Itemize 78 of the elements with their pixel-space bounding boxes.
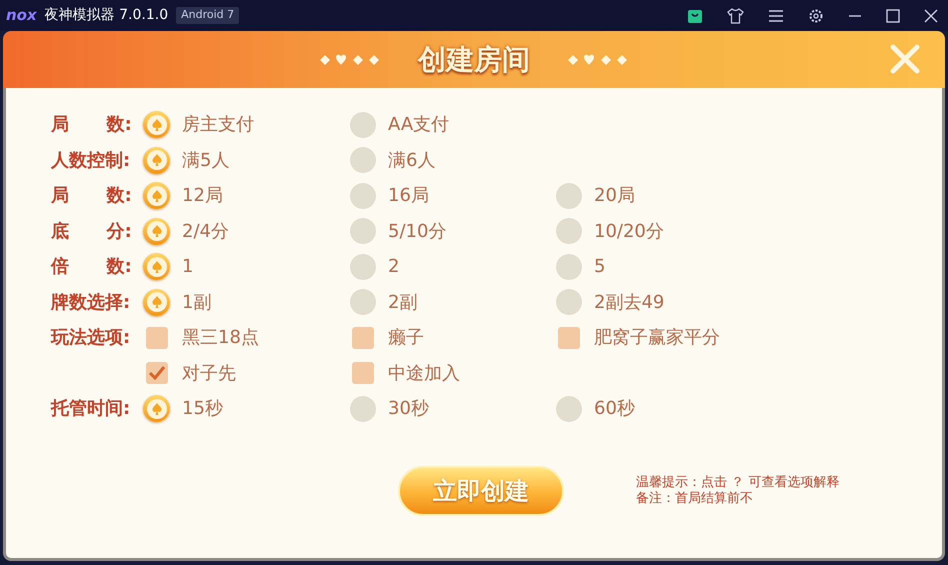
option-label: 1 (182, 255, 194, 279)
option-label: 对子先 (182, 362, 236, 386)
row-label: 玩法选项: (51, 327, 130, 348)
shirt-icon[interactable] (727, 8, 744, 24)
option-label: 12局 (182, 184, 223, 208)
option-label: 5/10分 (388, 220, 446, 244)
radio-selected[interactable] (143, 253, 170, 280)
radio-selected[interactable] (143, 111, 170, 138)
radio-button[interactable] (556, 182, 582, 208)
spade-icon (150, 225, 162, 237)
row-label: 托管时间: (51, 398, 130, 419)
option-label: 黑三18点 (182, 326, 259, 350)
checkbox[interactable] (146, 326, 168, 348)
radio-selected[interactable] (143, 146, 170, 174)
option-label: 房主支付 (182, 113, 254, 137)
app-logo: nox (6, 5, 37, 26)
checkbox[interactable] (146, 362, 168, 384)
create-room-button[interactable]: 立即创建 (398, 466, 564, 516)
radio-selected[interactable] (143, 218, 170, 244)
radio-button[interactable] (350, 254, 376, 280)
option-label: 满6人 (388, 148, 436, 172)
row-label: 倍 数: (51, 256, 132, 277)
row-label: 局 数: (51, 114, 132, 135)
option-label: 10/20分 (594, 220, 664, 244)
radio-button[interactable] (556, 254, 582, 280)
window-title: 夜神模拟器 7.0.1.0 (44, 6, 168, 25)
option-label: 满5人 (182, 148, 230, 172)
row-label: 局 数: (51, 185, 132, 206)
spade-icon (150, 402, 162, 414)
checkbox[interactable] (352, 362, 374, 384)
option-label: 30秒 (388, 397, 429, 421)
suit-ornament-icon (566, 52, 630, 66)
version-badge: Android 7 (176, 7, 240, 24)
option-label: 2副去49 (594, 290, 664, 314)
spade-icon (150, 260, 162, 272)
close-icon[interactable] (924, 8, 938, 22)
dialog-title: 创建房间 (418, 42, 530, 78)
option-label: 2副 (388, 290, 418, 314)
radio-button[interactable] (350, 112, 376, 138)
radio-button[interactable] (350, 396, 376, 422)
spade-icon (150, 154, 162, 166)
radio-selected[interactable] (143, 395, 170, 422)
radio-selected[interactable] (143, 288, 170, 316)
row-label: 人数控制: (51, 150, 130, 170)
option-label: 2/4分 (182, 220, 229, 244)
spade-icon (150, 118, 162, 130)
option-label: 肥窝子赢家平分 (594, 326, 720, 350)
note-text: 温馨提示：点击 ？ 可查看选项解释 (636, 475, 840, 491)
radio-button[interactable] (556, 289, 582, 315)
row-label: 牌数选择: (51, 292, 130, 312)
option-label: 中途加入 (388, 362, 460, 386)
radio-button[interactable] (350, 289, 376, 315)
option-label: 20局 (594, 184, 635, 208)
note-text: 备注：首局结算前不 (636, 491, 754, 507)
maximize-icon[interactable] (886, 8, 900, 22)
option-label: 16局 (388, 184, 429, 208)
radio-button[interactable] (350, 218, 376, 244)
option-label: 15秒 (182, 397, 223, 421)
settings-icon[interactable] (808, 8, 824, 24)
bag-icon[interactable] (687, 8, 703, 24)
radio-button[interactable] (350, 182, 376, 208)
radio-selected[interactable] (143, 182, 170, 209)
checkbox[interactable] (558, 326, 580, 348)
option-label: 2 (388, 255, 400, 279)
suit-ornament-icon (318, 52, 382, 66)
checkbox[interactable] (352, 326, 374, 348)
spade-icon (150, 296, 162, 308)
menu-icon[interactable] (768, 8, 784, 22)
row-label: 底 分: (51, 220, 132, 242)
radio-button[interactable] (350, 147, 376, 173)
option-label: 1副 (182, 290, 212, 314)
radio-button[interactable] (556, 218, 582, 244)
radio-button[interactable] (556, 396, 582, 422)
option-label: 癞子 (388, 326, 424, 350)
option-label: 60秒 (594, 397, 635, 421)
spade-icon (150, 190, 162, 202)
option-label: 5 (594, 255, 606, 279)
option-label: AA支付 (388, 113, 450, 137)
